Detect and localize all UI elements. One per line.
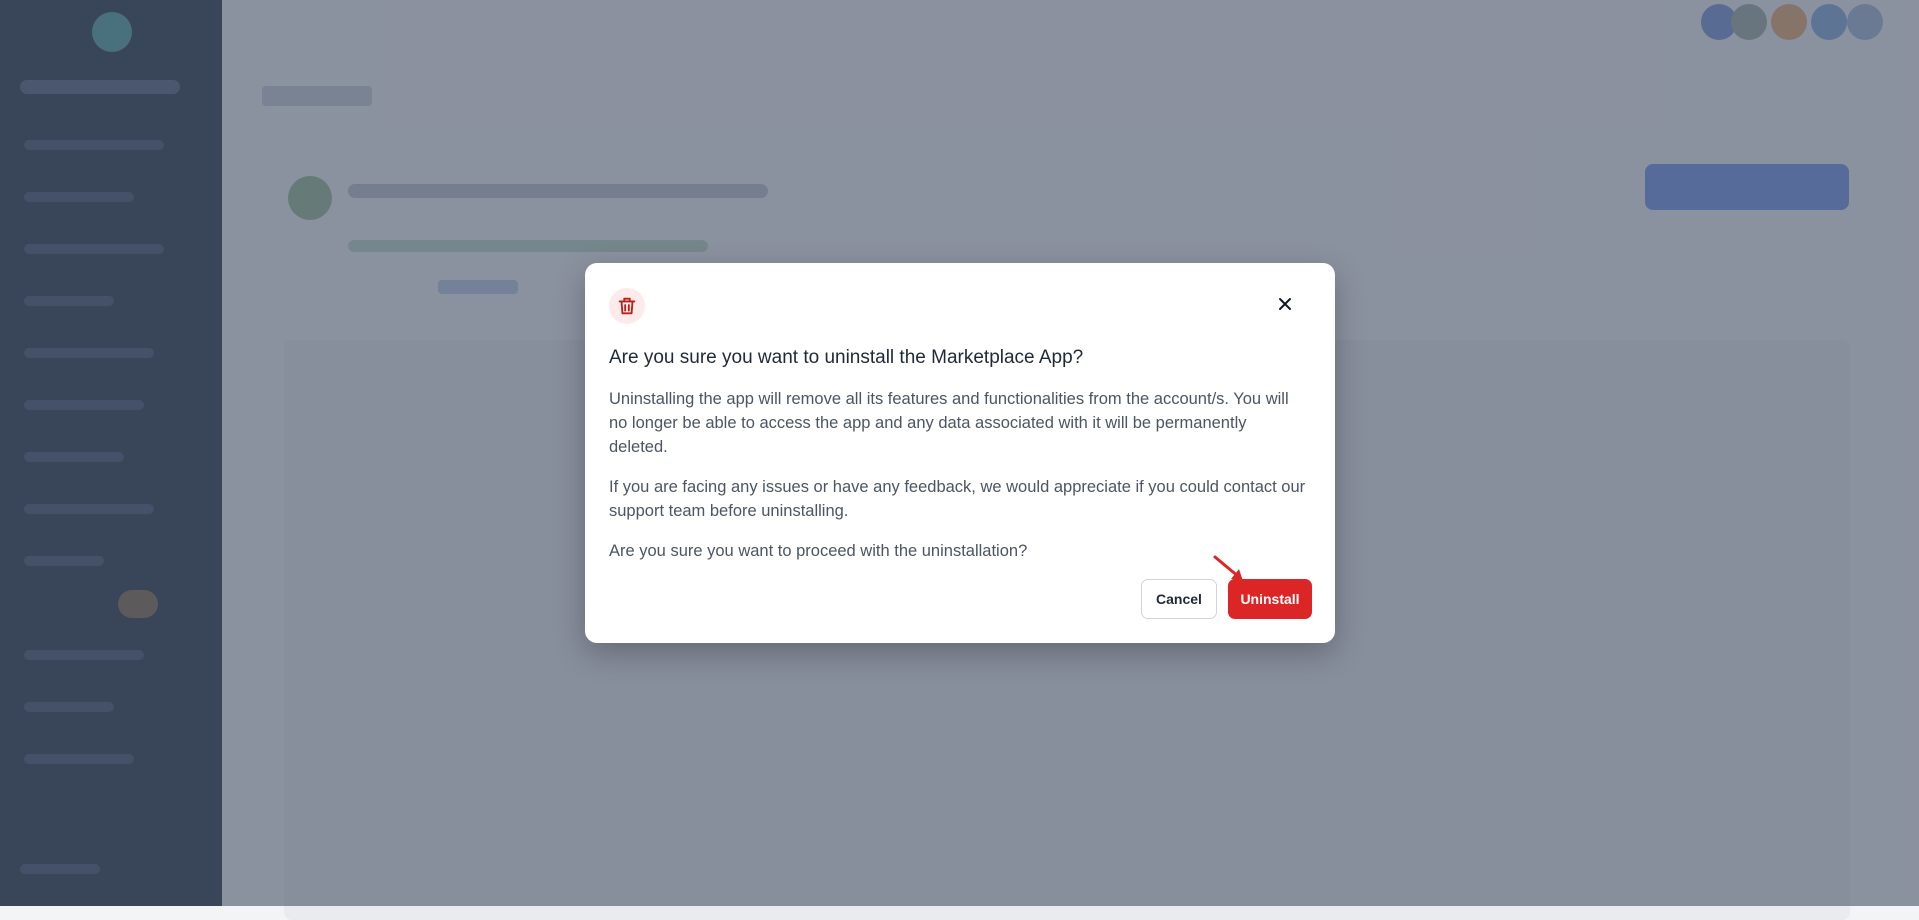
close-icon — [1279, 298, 1291, 310]
app-root: Are you sure you want to uninstall the M… — [0, 0, 1919, 920]
cancel-button[interactable]: Cancel — [1141, 579, 1217, 619]
uninstall-confirm-dialog: Are you sure you want to uninstall the M… — [585, 263, 1335, 643]
close-button[interactable] — [1275, 294, 1295, 314]
dialog-title: Are you sure you want to uninstall the M… — [609, 347, 1084, 368]
trash-icon — [618, 297, 636, 315]
dialog-question: Are you sure you want to proceed with th… — [609, 542, 1028, 560]
dialog-paragraph: If you are facing any issues or have any… — [609, 478, 1306, 520]
dialog-body: Uninstalling the app will remove all its… — [609, 387, 1309, 563]
trash-icon-badge — [609, 288, 645, 324]
uninstall-button[interactable]: Uninstall — [1228, 579, 1312, 619]
dialog-paragraph: Uninstalling the app will remove all its… — [609, 390, 1289, 456]
